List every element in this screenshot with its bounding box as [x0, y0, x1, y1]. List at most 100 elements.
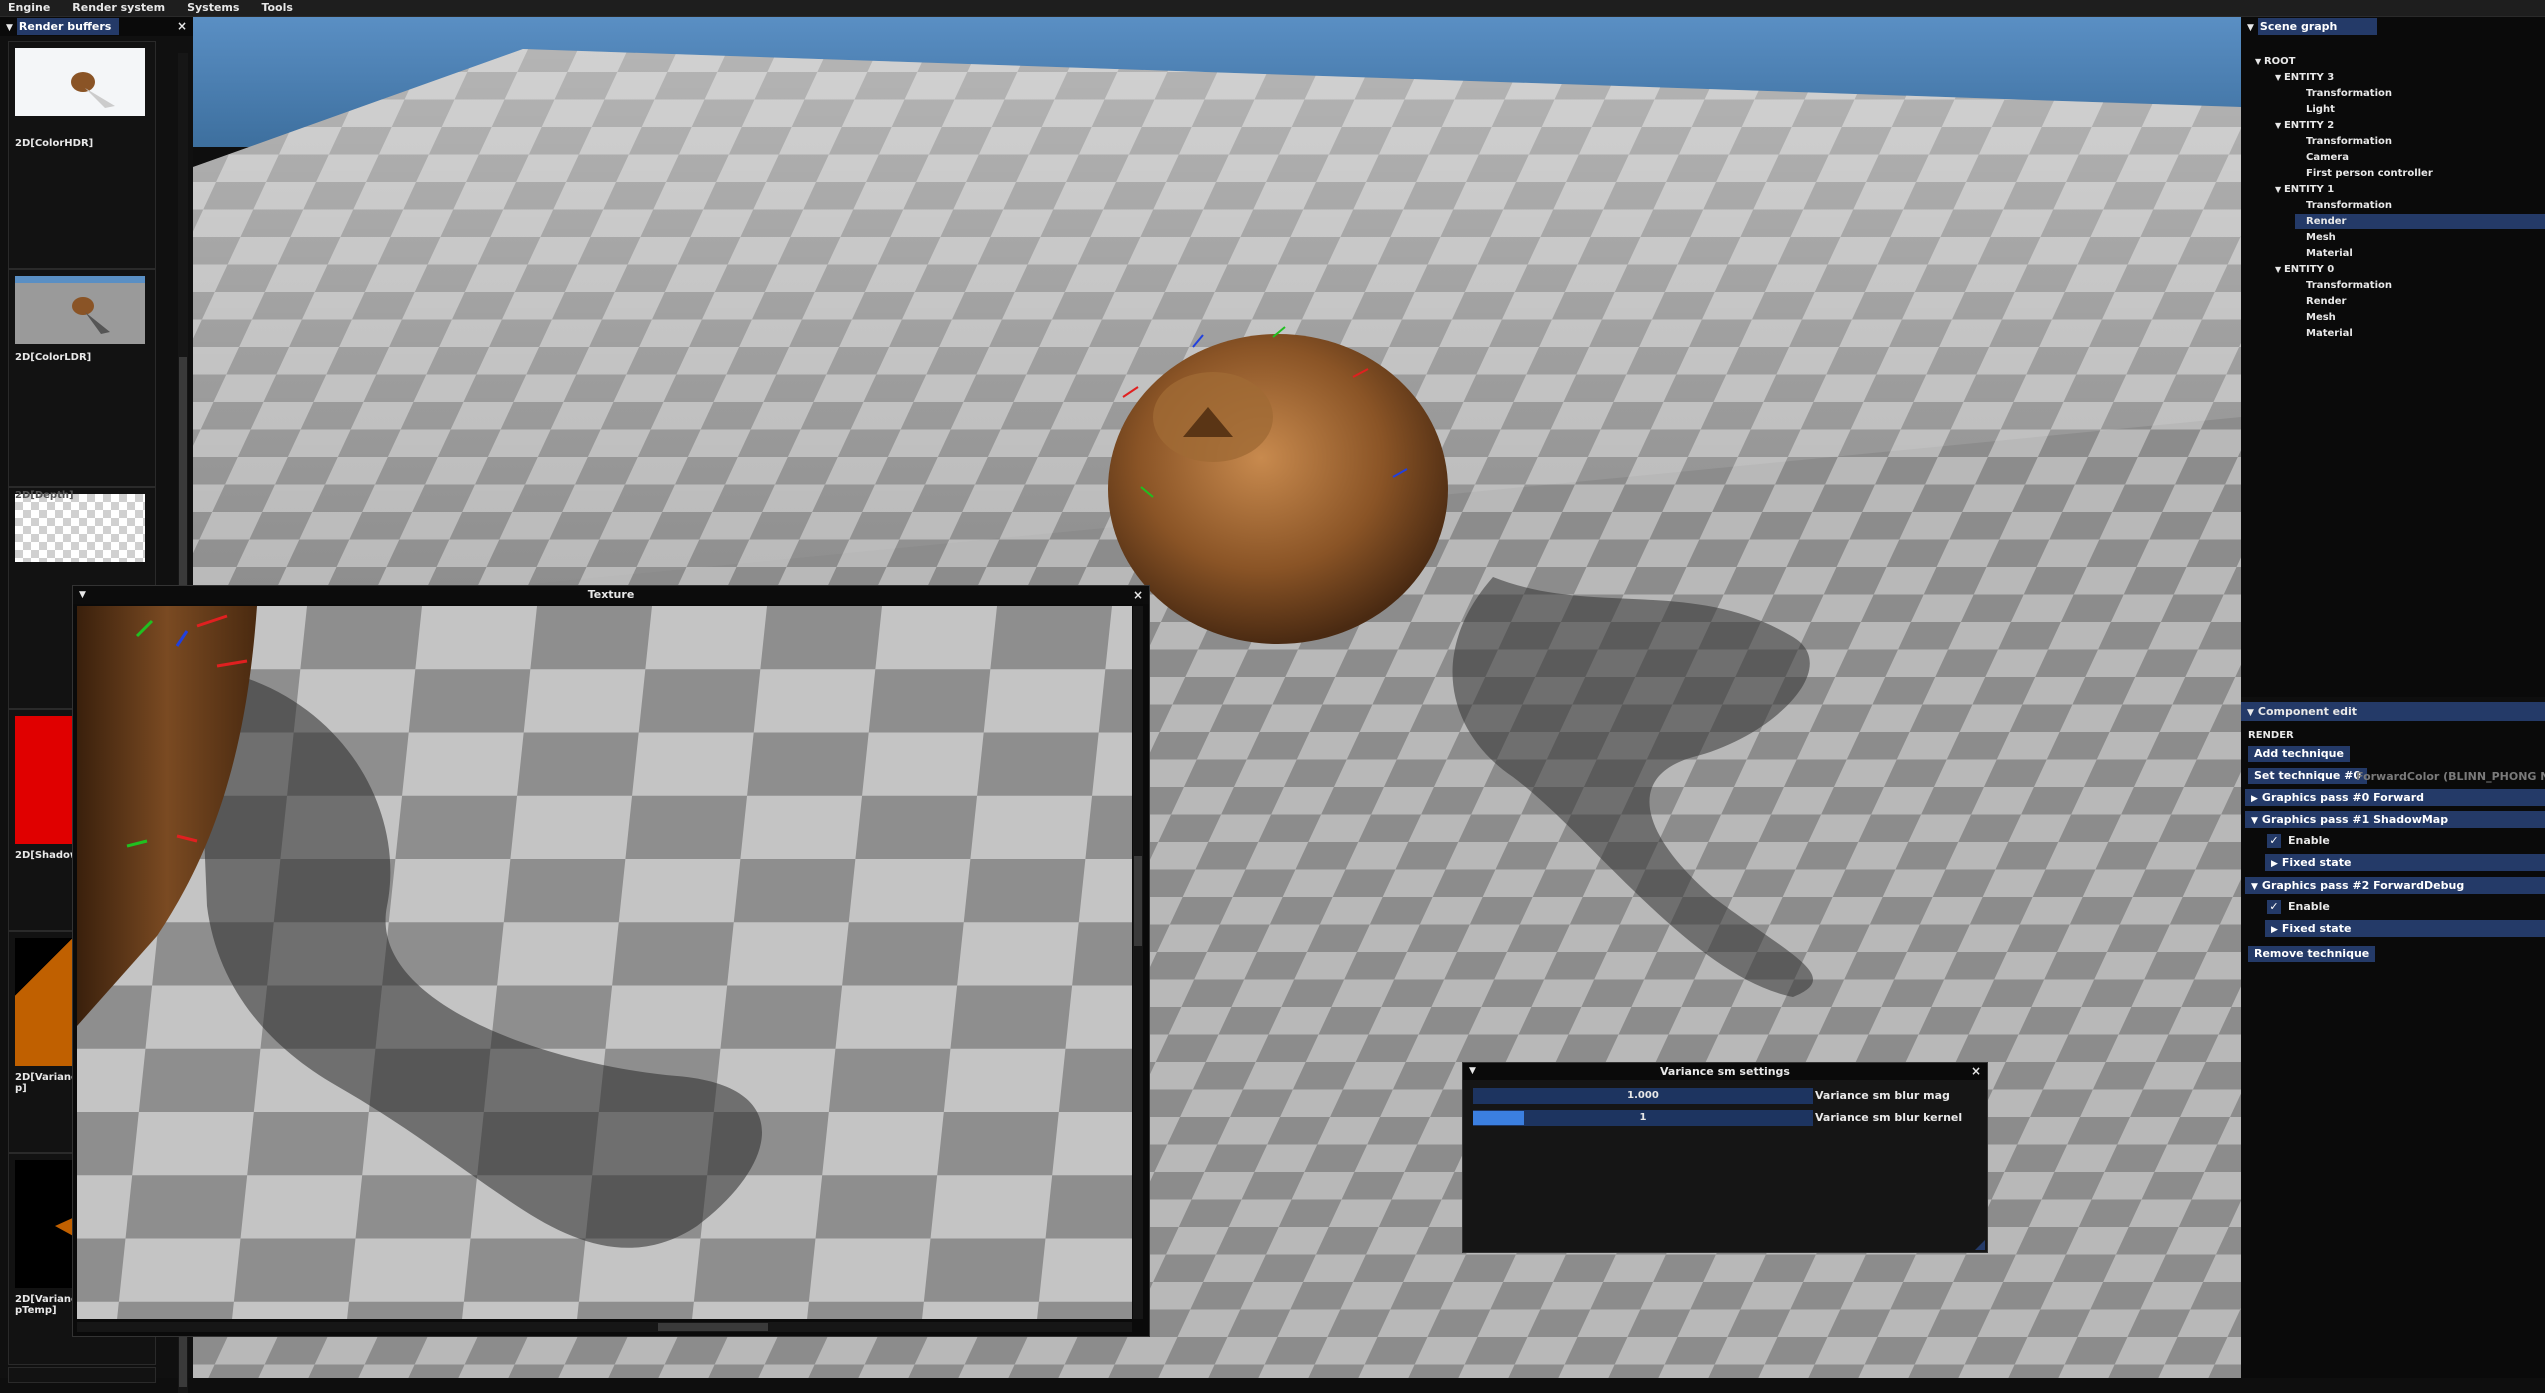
set-technique-button[interactable]: Set technique #0	[2248, 768, 2368, 784]
tree-node[interactable]: First person controller	[2295, 166, 2545, 181]
collapse-triangle-icon[interactable]: ▼	[6, 19, 13, 38]
tree-node[interactable]: Camera	[2295, 150, 2545, 165]
menu-systems[interactable]: Systems	[187, 0, 239, 16]
tree-node-label: ENTITY 2	[2283, 120, 2335, 131]
fixed-state-header-pass1[interactable]: ▶ Fixed state	[2265, 854, 2545, 871]
collapse-triangle-icon: ▼	[2251, 882, 2258, 892]
render-buffers-header: ▼ Render buffers ×	[0, 17, 193, 36]
blur-kernel-slider[interactable]: 1	[1473, 1110, 1813, 1126]
tree-node[interactable]: Transformation	[2295, 134, 2545, 149]
buffer-thumbnail	[15, 494, 145, 562]
tree-node[interactable]: ▼ ENTITY 2	[2275, 118, 2541, 133]
tree-node-label: Material	[2306, 328, 2353, 339]
buffer-label: 2D[Varianc pTemp]	[15, 1294, 77, 1316]
tree-node[interactable]: Mesh	[2295, 310, 2545, 325]
fixed-state-label: Fixed state	[2281, 922, 2352, 935]
section-title: RENDER	[2248, 730, 2294, 741]
tree-node-label: Material	[2306, 248, 2353, 259]
expand-triangle-icon[interactable]: ▼	[2275, 121, 2284, 130]
close-icon[interactable]: ×	[177, 17, 187, 36]
scene-graph-header: ▼ Scene graph	[2241, 17, 2545, 36]
buffer-label: 2D[Shadow	[15, 850, 80, 861]
tree-node-label: ENTITY 1	[2283, 184, 2335, 195]
enable-label: Enable	[2288, 900, 2330, 913]
scrollbar-track-vertical[interactable]	[1133, 606, 1143, 1319]
tree-node[interactable]: Transformation	[2295, 86, 2545, 101]
tree-node-label: ROOT	[2263, 56, 2296, 67]
menu-render-system[interactable]: Render system	[72, 0, 165, 16]
enable-checkbox-pass1[interactable]: ✓	[2267, 834, 2281, 848]
collapse-triangle-icon[interactable]: ▼	[2247, 19, 2254, 38]
collapse-triangle-icon[interactable]: ▼	[79, 586, 86, 604]
expand-triangle-icon[interactable]: ▼	[2275, 185, 2284, 194]
tree-node[interactable]: Light	[2295, 102, 2545, 117]
resize-grip-icon[interactable]	[1975, 1240, 1985, 1250]
blur-mag-value: 1.000	[1627, 1090, 1659, 1101]
component-edit-header: ▼ Component edit	[2241, 702, 2545, 721]
fixed-state-header-pass2[interactable]: ▶ Fixed state	[2265, 920, 2545, 937]
menu-engine[interactable]: Engine	[8, 0, 50, 16]
enable-checkbox-pass2[interactable]: ✓	[2267, 900, 2281, 914]
scene-graph-title: Scene graph	[2257, 18, 2378, 35]
tree-node[interactable]: Material	[2295, 246, 2545, 261]
tree-node-label: Mesh	[2306, 312, 2336, 323]
graphics-pass-1-header[interactable]: ▼ Graphics pass #1 ShadowMap	[2245, 811, 2545, 828]
tree-node-label: ENTITY 3	[2283, 72, 2335, 83]
tree-node[interactable]: ▼ ENTITY 3	[2275, 70, 2541, 85]
expand-triangle-icon: ▶	[2271, 925, 2278, 935]
tree-node[interactable]: ▼ ROOT	[2255, 54, 2541, 69]
scrollbar-thumb-horizontal[interactable]	[658, 1323, 768, 1331]
buffer-label: 2D[Varianc p]	[15, 1072, 77, 1094]
scene-graph-panel: ▼ Scene graph ▼ ROOT ▼ ENTITY 3 Transformat…	[2241, 17, 2545, 697]
texture-preview[interactable]	[77, 606, 1132, 1319]
variance-window-header[interactable]: ▼ Variance sm settings ×	[1463, 1063, 1987, 1080]
buffer-label: 2D[ColorLDR]	[15, 352, 92, 363]
close-icon[interactable]: ×	[1971, 1063, 1981, 1080]
tree-node-label: Render	[2306, 296, 2347, 307]
tree-node[interactable]: ▼ ENTITY 0	[2275, 262, 2541, 277]
tree-node-label: Transformation	[2306, 88, 2392, 99]
buffer-card-colorhdr[interactable]: 2D[ColorHDR]	[8, 41, 156, 269]
buffer-thumbnail	[15, 1160, 79, 1288]
graphics-pass-2-header[interactable]: ▼ Graphics pass #2 ForwardDebug	[2245, 877, 2545, 894]
texture-window-title: Texture	[587, 588, 635, 601]
texture-window: ▼ Texture ×	[72, 585, 1150, 1337]
tree-node[interactable]: Transformation	[2295, 198, 2545, 213]
buffer-thumbnail	[15, 716, 79, 844]
tree-node[interactable]: Material	[2295, 326, 2545, 341]
tree-node[interactable]: Mesh	[2295, 230, 2545, 245]
tree-node[interactable]: Render	[2295, 294, 2545, 309]
collapse-triangle-icon[interactable]: ▼	[1469, 1063, 1476, 1080]
blur-kernel-value: 1	[1639, 1112, 1647, 1123]
menu-bar: Engine Render system Systems Tools	[0, 0, 2545, 17]
blur-mag-slider[interactable]: 1.000	[1473, 1088, 1813, 1104]
component-edit-title: Component edit	[2257, 705, 2358, 718]
buffer-card-colorldr[interactable]: 2D[ColorLDR]	[8, 269, 156, 487]
component-edit-panel: ▼ Component edit RENDER Add technique Set…	[2241, 702, 2545, 1378]
tree-node-label: Render	[2306, 216, 2347, 227]
graphics-pass-0-label: Graphics pass #0 Forward	[2261, 791, 2425, 804]
scrollbar-thumb-vertical[interactable]	[1134, 856, 1142, 946]
scrollbar-track-horizontal[interactable]	[77, 1322, 1132, 1332]
expand-triangle-icon[interactable]: ▼	[2255, 57, 2264, 66]
tree-node[interactable]: Transformation	[2295, 278, 2545, 293]
tree-node[interactable]: ▼ ENTITY 1	[2275, 182, 2541, 197]
collapse-triangle-icon[interactable]: ▼	[2247, 704, 2254, 723]
remove-technique-button[interactable]: Remove technique	[2248, 946, 2376, 962]
close-icon[interactable]: ×	[1133, 586, 1143, 604]
texture-image	[77, 606, 1132, 1319]
expand-triangle-icon[interactable]: ▼	[2275, 73, 2284, 82]
graphics-pass-0-header[interactable]: ▶ Graphics pass #0 Forward	[2245, 789, 2545, 806]
buffer-card-partial[interactable]	[8, 1367, 156, 1383]
expand-triangle-icon[interactable]: ▼	[2275, 265, 2284, 274]
tree-node-label: First person controller	[2306, 168, 2433, 179]
buffer-thumbnail	[15, 276, 145, 344]
expand-triangle-icon: ▶	[2251, 794, 2258, 804]
add-technique-button[interactable]: Add technique	[2248, 746, 2350, 762]
enable-label: Enable	[2288, 834, 2330, 847]
fixed-state-label: Fixed state	[2281, 856, 2352, 869]
tree-node[interactable]: Render	[2295, 214, 2545, 229]
texture-window-header[interactable]: ▼ Texture ×	[73, 586, 1149, 604]
menu-tools[interactable]: Tools	[261, 0, 292, 16]
technique-name: ForwardColor (BLINN_PHONG NORM	[2356, 770, 2545, 783]
